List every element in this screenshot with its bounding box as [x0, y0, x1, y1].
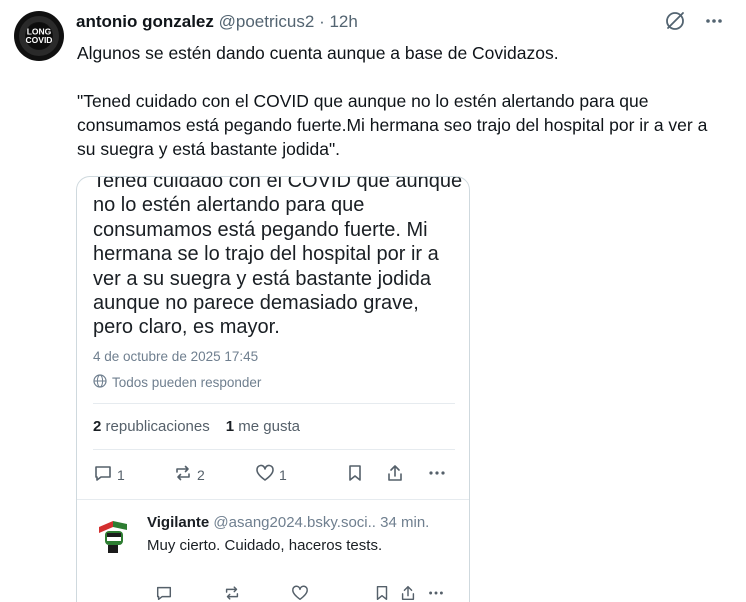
embedded-post-text: Tened cuidado con el COVID que aunque no…	[93, 176, 463, 339]
like-icon	[255, 463, 275, 486]
grok-icon[interactable]	[664, 10, 686, 32]
reply-header: Vigilante @asang2024.bsky.soci.. 34 min.	[147, 514, 429, 531]
reposts-count: 2	[93, 418, 102, 435]
repost-button[interactable]: 2	[173, 463, 205, 486]
repost-count: 2	[197, 466, 205, 483]
more-icon[interactable]	[704, 11, 724, 31]
post-actions: 1 2 1	[93, 463, 453, 485]
tweet-text: Algunos se estén dando cuenta aunque a b…	[77, 43, 708, 159]
reply-item[interactable]: Vigilante @asang2024.bsky.soci.. 34 min.…	[77, 499, 469, 602]
share-icon	[385, 463, 405, 486]
reply-icon[interactable]	[155, 584, 173, 602]
bookmark-button[interactable]	[345, 463, 365, 486]
header-separator: ·	[319, 12, 325, 31]
embedded-post-date: 4 de octubre de 2025 17:45	[93, 349, 259, 364]
like-count: 1	[279, 466, 287, 483]
like-icon[interactable]	[291, 584, 309, 602]
globe-icon	[93, 374, 107, 391]
reply-author-name[interactable]: Vigilante	[147, 514, 209, 531]
reply-text: Muy cierto. Cuidado, haceros tests.	[147, 537, 383, 554]
embedded-image[interactable]: Tened cuidado con el COVID que aunque no…	[76, 176, 470, 602]
repost-icon[interactable]	[223, 584, 241, 602]
reply-count: 1	[117, 466, 125, 483]
reply-avatar[interactable]	[93, 513, 135, 555]
reply-author-handle[interactable]: @asang2024.bsky.soci..	[213, 514, 376, 531]
avatar-line-2: COVID	[26, 35, 53, 45]
reply-icon	[93, 463, 113, 486]
long-covid-logo: LONG COVID	[15, 12, 63, 60]
author-name[interactable]: antonio gonzalez	[76, 12, 214, 31]
likes-count: 1	[225, 418, 235, 435]
share-icon[interactable]	[399, 584, 417, 602]
divider	[93, 449, 455, 450]
reply-setting-label: Todos pueden responder	[112, 375, 262, 390]
reposts-stat[interactable]: 2 republicaciones	[93, 418, 210, 435]
tweet-header: antonio gonzalez @poetricus2 · 12h	[76, 12, 358, 32]
reposts-label: republicaciones	[105, 418, 210, 435]
more-icon	[427, 463, 447, 486]
divider	[93, 403, 455, 404]
share-button[interactable]	[385, 463, 405, 486]
reply-button[interactable]: 1	[93, 463, 125, 486]
reply-actions	[147, 584, 447, 602]
likes-stat[interactable]: 1 me gusta	[226, 418, 300, 435]
repost-icon	[173, 463, 193, 486]
more-icon[interactable]	[427, 584, 445, 602]
fist-flag-icon	[94, 514, 134, 554]
likes-label: me gusta	[238, 418, 300, 435]
reply-time[interactable]: 34 min.	[380, 514, 429, 531]
engagement-stats: 2 republicaciones 1 me gusta	[93, 418, 300, 435]
author-avatar[interactable]: LONG COVID	[14, 11, 64, 61]
author-handle[interactable]: @poetricus2	[219, 12, 315, 31]
reply-setting: Todos pueden responder	[93, 374, 261, 391]
tweet-time[interactable]: 12h	[329, 12, 357, 31]
bookmark-icon	[345, 463, 365, 486]
bookmark-icon[interactable]	[373, 584, 391, 602]
header-actions	[664, 10, 724, 32]
more-options-button[interactable]	[427, 463, 447, 486]
like-button[interactable]: 1	[255, 463, 287, 486]
